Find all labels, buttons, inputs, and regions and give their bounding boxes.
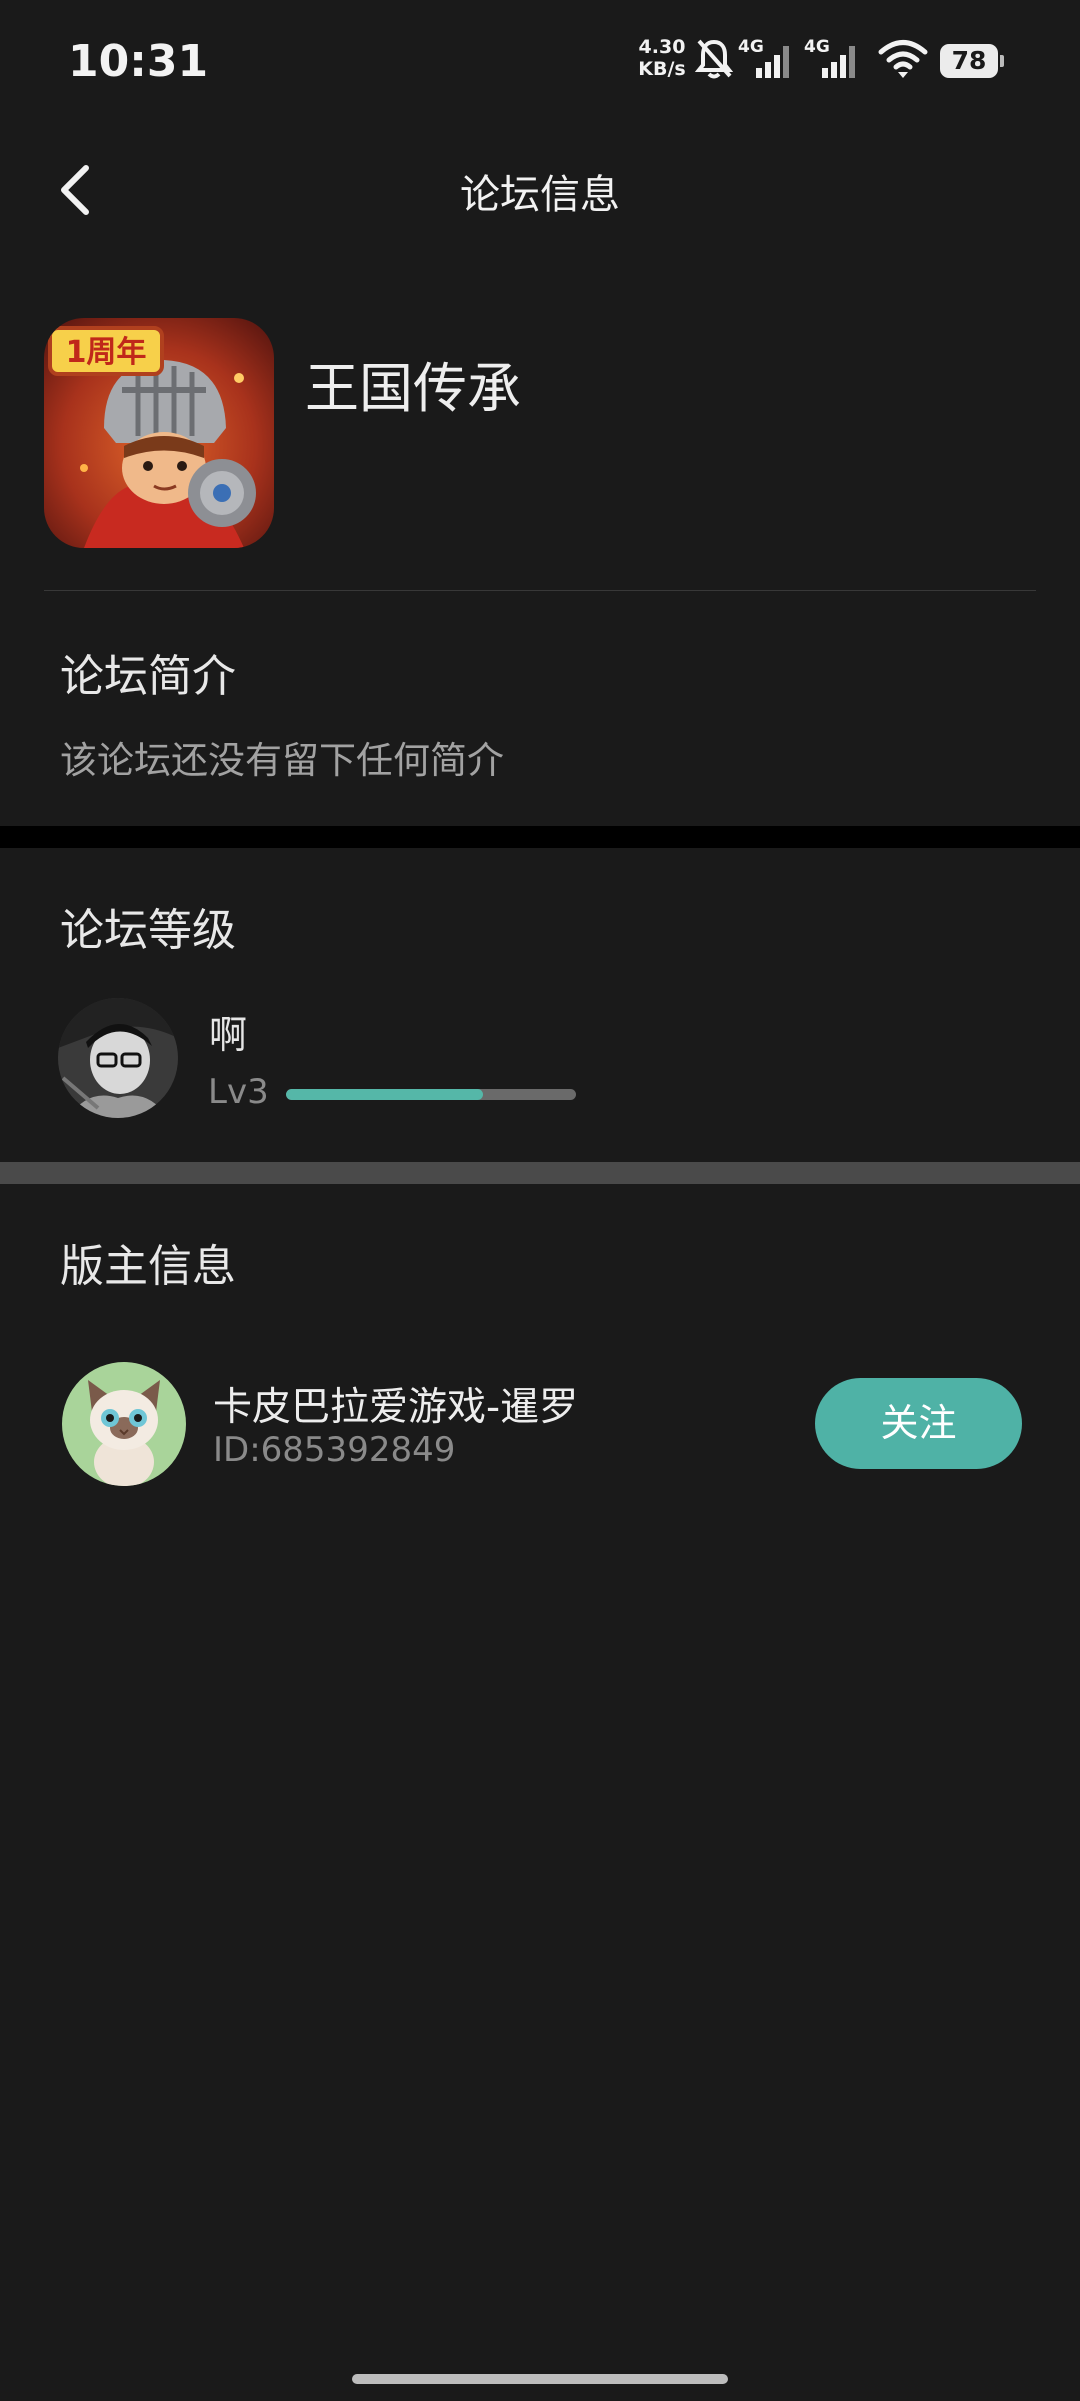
status-bar: 10:31 4.30 KB/s 4G 4G 78 — [0, 0, 1080, 120]
level-user-name: 啊 — [209, 1013, 248, 1057]
signal-icon: 4G — [738, 37, 789, 78]
network-speed-unit: KB/s — [638, 58, 686, 80]
battery-icon: 78 — [940, 44, 1004, 78]
moderator-avatar[interactable] — [62, 1362, 186, 1486]
moderator-section-title: 版主信息 — [60, 1241, 236, 1292]
forum-game-icon: 1周年 — [44, 318, 274, 548]
network-speed: 4.30 KB/s — [634, 36, 690, 80]
level-label: Lv3 — [208, 1072, 269, 1112]
level-progress-bar — [286, 1089, 576, 1100]
section-separator — [0, 826, 1080, 848]
status-time: 10:31 — [68, 36, 209, 87]
battery-level: 78 — [951, 46, 987, 75]
bell-muted-icon — [694, 39, 734, 79]
intro-text: 该论坛还没有留下任何简介 — [60, 739, 504, 782]
level-section-title: 论坛等级 — [60, 905, 236, 956]
page-title: 论坛信息 — [460, 172, 620, 218]
forum-name: 王国传承 — [305, 357, 521, 420]
signal-2-label: 4G — [804, 37, 830, 57]
moderator-name: 卡皮巴拉爱游戏-暹罗 — [213, 1385, 579, 1430]
divider — [44, 590, 1036, 591]
signal-1-label: 4G — [738, 37, 764, 57]
home-indicator[interactable] — [352, 2374, 728, 2384]
forum-info-page: 10:31 4.30 KB/s 4G 4G 78 论坛信息 1周年 王国传承 论… — [0, 0, 1080, 2401]
network-speed-value: 4.30 — [638, 36, 686, 58]
section-separator — [0, 1162, 1080, 1184]
level-progress-fill — [286, 1089, 484, 1100]
wifi-icon — [878, 40, 928, 78]
intro-section-title: 论坛简介 — [60, 651, 236, 702]
forum-icon-badge: 1周年 — [66, 335, 147, 370]
moderator-id: ID:685392849 — [213, 1430, 456, 1470]
signal-icon: 4G — [804, 37, 855, 78]
user-avatar[interactable] — [58, 998, 178, 1118]
follow-button[interactable]: 关注 — [815, 1378, 1022, 1469]
